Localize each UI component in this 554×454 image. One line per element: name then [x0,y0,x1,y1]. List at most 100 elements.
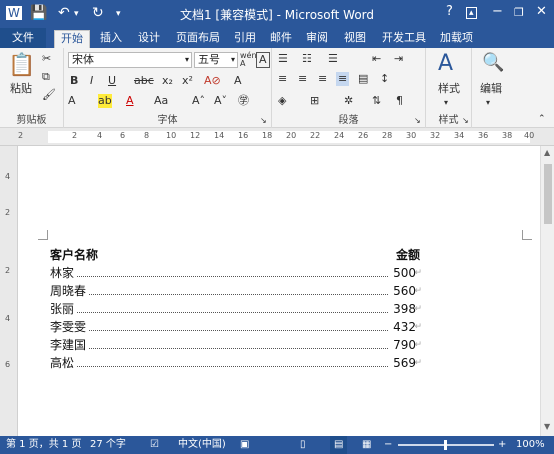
ruler-tick: 6 [5,360,11,369]
ruler-tick: 12 [190,131,201,140]
list-item: 高松 569 ↵ [50,354,422,372]
ruler-tick: 2 [72,131,78,140]
bullets-icon[interactable]: ☰ [278,52,288,66]
distributed-icon[interactable]: ▤ [358,72,368,86]
zoom-level[interactable]: 100% [516,436,545,454]
tab-addins[interactable]: 加载项 [440,30,473,46]
customer-name: 李建国 [50,336,89,354]
chevron-down-icon: ▾ [444,98,449,107]
numbering-icon[interactable]: ☷ [302,52,312,66]
strikethrough-icon[interactable]: abc [134,74,154,88]
document-page[interactable]: 客户名称 金额 林家 500 ↵ 周晓春 560 ↵ 张丽 398 ↵ 李雯雯 … [18,146,540,436]
styles-button[interactable]: 样式 [438,82,460,96]
macro-record-icon[interactable]: ▣ [240,436,249,454]
show-marks-icon[interactable]: ¶ [396,94,403,108]
amount: 398 [391,300,416,318]
tab-view[interactable]: 视图 [344,30,366,46]
ruler-tick: 20 [286,131,297,140]
font-name-combo[interactable]: 宋体 ▾ [68,52,192,68]
paragraph-dialog-launcher-icon[interactable]: ↘ [414,114,421,128]
ruler-tick: 18 [262,131,273,140]
editing-button[interactable]: 编辑 [480,82,502,96]
enclose-char-icon[interactable]: ㊫ [238,94,249,108]
text-effects-icon[interactable]: A [68,94,76,108]
paste-icon[interactable]: 📋 [8,54,35,78]
format-painter-icon[interactable]: 🖌 [42,88,56,102]
align-right-icon[interactable]: ≡ [318,72,327,86]
align-center-icon[interactable]: ≡ [298,72,307,86]
page-count[interactable]: 第 1 页，共 1 页 [6,436,81,454]
bold-icon[interactable]: B [70,74,78,88]
amount: 500 [391,264,416,282]
zoom-in-button[interactable]: + [498,436,506,454]
decrease-indent-icon[interactable]: ⇤ [372,52,381,66]
paste-button[interactable]: 粘贴 [10,82,32,96]
zoom-out-button[interactable]: − [384,436,392,454]
font-color-icon[interactable]: A [126,94,134,108]
tab-file[interactable]: 文件 [0,28,46,48]
collapse-ribbon-icon[interactable]: ⌃ [538,112,546,126]
cut-icon[interactable]: ✂ [42,52,51,66]
char-shading-icon[interactable]: A [234,74,242,88]
horizontal-ruler[interactable]: 2 2 4 6 8 10 12 14 16 18 20 22 24 26 28 … [0,128,554,146]
tab-review[interactable]: 审阅 [306,30,328,46]
ruler-tick: 24 [334,131,345,140]
italic-icon[interactable]: I [90,74,93,88]
increase-indent-icon[interactable]: ⇥ [394,52,403,66]
copy-icon[interactable]: ⧉ [42,70,50,84]
borders-icon[interactable]: ⊞ [310,94,319,108]
ribbon-display-icon[interactable]: ▴ [466,7,477,19]
scroll-up-icon[interactable]: ▲ [544,148,550,157]
language-indicator[interactable]: 中文(中国) [178,436,226,454]
sort-icon[interactable]: ⇅ [372,94,381,108]
leader-dots [50,366,388,367]
highlight-icon[interactable]: ab [98,94,112,108]
web-layout-icon[interactable]: ▦ [362,436,371,454]
line-spacing-icon[interactable]: ↕ [380,72,389,86]
styles-icon[interactable]: A [438,52,453,76]
tab-home[interactable]: 开始 [54,30,90,48]
styles-dialog-launcher-icon[interactable]: ↘ [462,114,469,128]
help-button[interactable]: ? [446,4,453,19]
tab-references[interactable]: 引用 [234,30,256,46]
phonetic-guide-icon[interactable]: wén A [240,52,257,68]
shrink-font-icon[interactable]: A˅ [214,94,227,108]
tab-mailings[interactable]: 邮件 [270,30,292,46]
ruler-tick: 26 [358,131,369,140]
restore-button[interactable]: ❐ [514,6,524,19]
binoculars-icon[interactable]: 🔍 [482,52,504,74]
word-count[interactable]: 27 个字 [90,436,126,454]
close-button[interactable]: ✕ [536,4,547,19]
tab-layout[interactable]: 页面布局 [176,30,220,46]
underline-icon[interactable]: U [108,74,116,88]
ruler-tick: 4 [5,314,11,323]
zoom-slider-thumb[interactable] [444,440,447,450]
clear-format-icon[interactable]: A⊘ [204,74,221,88]
tab-developer[interactable]: 开发工具 [382,30,426,46]
superscript-icon[interactable]: x² [182,74,193,88]
tab-insert[interactable]: 插入 [100,30,122,46]
char-border-icon[interactable]: A [256,52,270,68]
scroll-down-icon[interactable]: ▼ [544,422,550,431]
print-layout-icon[interactable]: ▤ [330,436,348,454]
grow-font-icon[interactable]: A˄ [192,94,205,108]
vertical-scrollbar[interactable]: ▲ ▼ [540,146,554,436]
multilevel-list-icon[interactable]: ☰ [328,52,338,66]
tab-design[interactable]: 设计 [138,30,160,46]
table-header-row: 客户名称 金额 [50,246,422,264]
change-case-icon[interactable]: Aa [154,94,168,108]
align-left-icon[interactable]: ≡ [278,72,287,86]
chinese-layout-icon[interactable]: ✲ [344,94,353,108]
shading-icon[interactable]: ◈ [278,94,286,108]
scrollbar-thumb[interactable] [544,164,552,224]
font-dialog-launcher-icon[interactable]: ↘ [260,114,267,128]
font-name-value: 宋体 [72,53,94,66]
read-mode-icon[interactable]: ▯ [300,436,306,454]
subscript-icon[interactable]: x₂ [162,74,173,88]
list-item: 林家 500 ↵ [50,264,422,282]
justify-icon[interactable]: ≡ [336,72,350,86]
proofing-icon[interactable]: ☑ [150,436,159,454]
minimize-button[interactable]: − [492,4,503,19]
vertical-ruler[interactable]: 4 2 2 4 6 [0,146,18,436]
font-size-combo[interactable]: 五号 ▾ [194,52,238,68]
